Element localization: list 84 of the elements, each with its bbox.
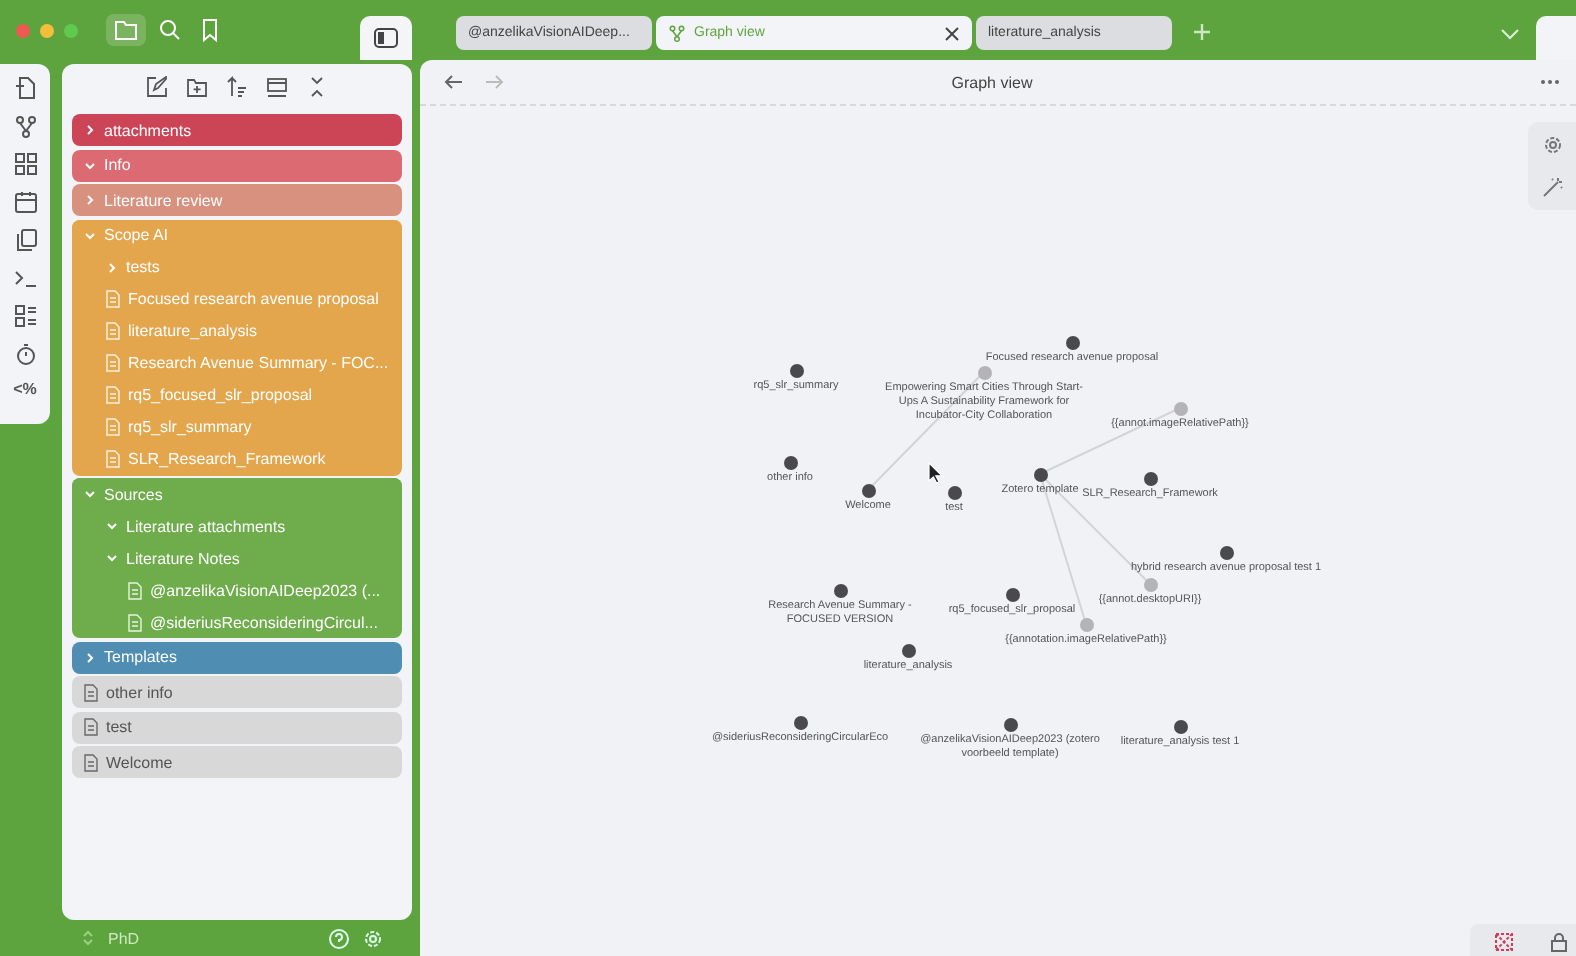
help-icon[interactable] — [328, 927, 350, 949]
settings-icon[interactable] — [1541, 134, 1563, 156]
chevron-icon — [106, 552, 118, 564]
graph-node[interactable] — [1173, 719, 1187, 733]
calendar-icon[interactable] — [13, 190, 37, 214]
chevron-down-icon[interactable] — [1500, 26, 1520, 42]
file-row[interactable]: test — [72, 711, 402, 743]
file-icon[interactable] — [13, 76, 37, 100]
edit-icon[interactable] — [146, 76, 168, 98]
chevron-icon — [84, 159, 96, 171]
lock-icon[interactable] — [1550, 932, 1568, 952]
file-row[interactable]: rq5_focused_slr_proposal — [72, 379, 402, 411]
graph-node[interactable] — [861, 483, 875, 497]
chevron-icon — [84, 488, 96, 500]
terminal-icon[interactable] — [13, 266, 37, 290]
document-icon — [84, 683, 98, 701]
collapse-icon[interactable] — [306, 76, 328, 98]
document-icon — [84, 718, 98, 736]
graph-node[interactable] — [833, 583, 847, 597]
document-icon — [84, 753, 98, 771]
magic-wand-icon[interactable] — [1541, 176, 1563, 198]
copy-icon[interactable] — [13, 228, 37, 252]
document-icon — [106, 322, 120, 340]
window-icon[interactable] — [266, 76, 288, 98]
document-icon — [106, 354, 120, 372]
folder-row[interactable]: tests — [72, 251, 402, 283]
document-icon — [106, 418, 120, 436]
timer-icon[interactable] — [13, 342, 37, 366]
zoom-dot[interactable] — [64, 23, 78, 37]
chevron-icon — [106, 261, 118, 273]
document-icon — [128, 581, 142, 599]
graph-node[interactable] — [1003, 717, 1017, 731]
graph-node[interactable] — [1173, 401, 1187, 415]
document-icon — [128, 613, 142, 631]
file-row[interactable]: other info — [72, 676, 402, 708]
sort-icon[interactable] — [226, 76, 248, 98]
graph-node[interactable] — [977, 365, 991, 379]
document-icon — [106, 386, 120, 404]
minimize-dot[interactable] — [40, 23, 54, 37]
view-title: Graph view — [949, 73, 1035, 91]
list-icon[interactable] — [13, 304, 37, 328]
file-row[interactable]: Welcome — [72, 746, 402, 778]
more-icon[interactable] — [1540, 78, 1560, 86]
graph-node[interactable] — [1033, 467, 1047, 481]
graph-node[interactable] — [1143, 577, 1157, 591]
graph-node[interactable] — [783, 455, 797, 469]
graph-node[interactable] — [793, 715, 807, 729]
document-icon — [106, 450, 120, 468]
close-icon[interactable] — [944, 25, 960, 41]
chevron-icon — [106, 520, 118, 532]
document-icon — [106, 290, 120, 308]
template-button[interactable]: <% — [13, 380, 37, 398]
graph-off-icon[interactable] — [1494, 932, 1514, 952]
folder-plus-icon[interactable] — [186, 76, 208, 98]
file-row[interactable]: Focused research avenue proposal — [72, 283, 402, 315]
graph-node[interactable] — [1065, 335, 1079, 349]
graph-node[interactable] — [947, 485, 961, 499]
close-dot[interactable] — [16, 23, 30, 37]
folder-row[interactable]: Literature attachments — [72, 510, 402, 542]
switch-vault-icon[interactable] — [80, 928, 96, 948]
chevron-icon — [84, 229, 96, 241]
cursor-icon — [928, 462, 944, 484]
graph-node[interactable] — [1219, 545, 1233, 559]
file-row[interactable]: @sideriusReconsideringCircul... — [72, 606, 402, 638]
graph-node[interactable] — [789, 363, 803, 377]
grid-icon[interactable] — [13, 152, 37, 176]
graph-node[interactable] — [1005, 587, 1019, 601]
file-row[interactable]: @anzelikaVisionAIDeep2023 (... — [72, 574, 402, 606]
vault-name[interactable]: PhD — [108, 929, 140, 947]
graph-node[interactable] — [901, 643, 915, 657]
file-row[interactable]: rq5_slr_summary — [72, 411, 402, 443]
graph-node[interactable] — [1143, 471, 1157, 485]
branch-icon[interactable] — [13, 114, 37, 138]
graph-node[interactable] — [1079, 617, 1093, 631]
folder-row[interactable]: Literature Notes — [72, 542, 402, 574]
file-row[interactable]: literature_analysis — [72, 315, 402, 347]
file-row[interactable]: SLR_Research_Framework — [72, 443, 402, 475]
branch-icon — [668, 24, 686, 42]
chevron-icon — [84, 124, 96, 136]
chevron-icon — [84, 194, 96, 206]
file-row[interactable]: Research Avenue Summary - FOC... — [72, 347, 402, 379]
back-arrow-icon[interactable] — [444, 74, 464, 90]
folder-icon[interactable] — [106, 14, 146, 46]
chevron-icon — [84, 651, 96, 663]
